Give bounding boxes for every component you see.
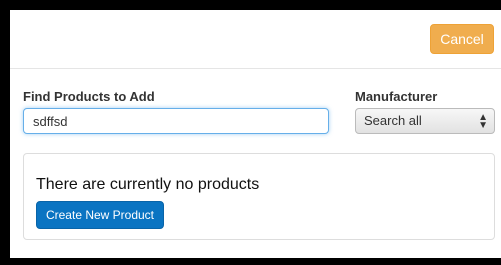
select-arrows-icon: ▲ ▼ bbox=[478, 112, 488, 131]
cancel-button[interactable]: Cancel bbox=[430, 24, 494, 54]
header-divider bbox=[10, 68, 501, 69]
manufacturer-select[interactable]: Search all ▲ ▼ bbox=[355, 108, 495, 134]
create-new-product-button[interactable]: Create New Product bbox=[36, 201, 164, 229]
product-search-input[interactable] bbox=[23, 108, 329, 134]
find-products-label: Find Products to Add bbox=[23, 89, 155, 104]
manufacturer-label: Manufacturer bbox=[355, 89, 438, 104]
manufacturer-select-value: Search all bbox=[364, 113, 422, 128]
add-products-modal: Cancel Find Products to Add Manufacturer… bbox=[10, 10, 501, 258]
empty-products-message: There are currently no products bbox=[36, 176, 260, 193]
products-results-panel: There are currently no products Create N… bbox=[23, 153, 495, 240]
